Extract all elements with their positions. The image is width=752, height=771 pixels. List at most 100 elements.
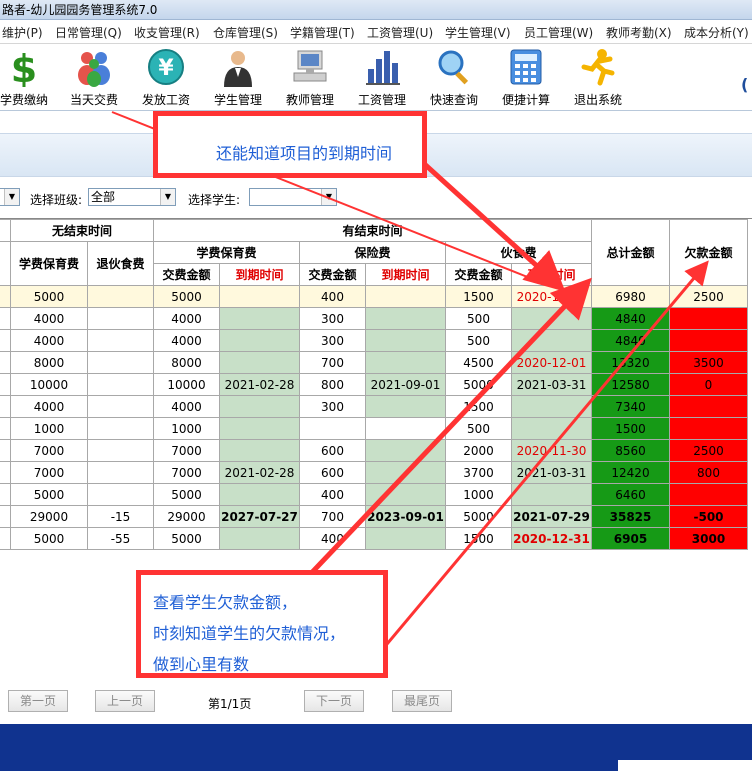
cell-m-amt[interactable]: 1500 — [445, 527, 512, 550]
cell-refund[interactable]: -55 — [87, 527, 154, 550]
cell-t-amt[interactable]: 5000 — [153, 483, 220, 506]
menu-attendance[interactable]: 教师考勤(X) — [606, 25, 672, 41]
cell-m-amt[interactable]: 500 — [445, 307, 512, 330]
menu-enrollment[interactable]: 学籍管理(T) — [290, 25, 355, 41]
cell-total[interactable]: 12420 — [591, 461, 670, 484]
menu-daily[interactable]: 日常管理(Q) — [55, 25, 122, 41]
cell-i-amt[interactable] — [299, 417, 366, 440]
header-meal-refund[interactable]: 退伙食费 — [87, 241, 154, 286]
cell-debt[interactable]: 3000 — [669, 527, 748, 550]
row-marker[interactable] — [0, 439, 11, 462]
cell-refund[interactable] — [87, 461, 154, 484]
cell-t-date[interactable] — [219, 395, 300, 418]
cell-i-date[interactable] — [365, 395, 446, 418]
cell-a[interactable]: 10000 — [10, 373, 88, 396]
cell-debt[interactable] — [669, 329, 748, 352]
menu-cost[interactable]: 成本分析(Y) — [684, 25, 749, 41]
cell-refund[interactable] — [87, 329, 154, 352]
cell-total[interactable]: 6980 — [591, 285, 670, 308]
cell-t-date[interactable] — [219, 351, 300, 374]
cell-refund[interactable] — [87, 373, 154, 396]
cell-m-amt[interactable]: 2000 — [445, 439, 512, 462]
cell-t-date[interactable] — [219, 329, 300, 352]
cell-a[interactable]: 1000 — [10, 417, 88, 440]
table-row[interactable]: 29000 -15 29000 2027-07-27 700 2023-09-01 5000… — [0, 505, 748, 528]
cell-debt[interactable]: 3500 — [669, 351, 748, 374]
table-row[interactable]: 4000 4000 300 500 4840 — [0, 329, 748, 352]
table-row[interactable]: 5000 5000 400 1000 6460 — [0, 483, 748, 506]
cell-i-date[interactable]: 2021-09-01 — [365, 373, 446, 396]
cell-t-amt[interactable]: 10000 — [153, 373, 220, 396]
cell-refund[interactable] — [87, 483, 154, 506]
menu-staff[interactable]: 员工管理(W) — [524, 25, 593, 41]
table-row[interactable]: 7000 7000 2021-02-28 600 3700 2021-03-31 12420… — [0, 461, 748, 484]
cell-i-date[interactable] — [365, 329, 446, 352]
cell-i-amt[interactable]: 400 — [299, 483, 366, 506]
cell-i-amt[interactable]: 400 — [299, 285, 366, 308]
row-marker[interactable] — [0, 329, 11, 352]
cell-t-amt[interactable]: 7000 — [153, 461, 220, 484]
cell-debt[interactable] — [669, 417, 748, 440]
cell-i-amt[interactable]: 600 — [299, 461, 366, 484]
prev-page-button[interactable]: 上一页 — [95, 690, 155, 712]
cell-t-amt[interactable]: 4000 — [153, 329, 220, 352]
cell-m-date[interactable]: 2021-03-31 — [511, 373, 592, 396]
cell-total[interactable]: 7340 — [591, 395, 670, 418]
cell-i-date[interactable] — [365, 461, 446, 484]
header-total[interactable]: 总计金额 — [591, 219, 670, 286]
header-due-date[interactable]: 到期时间 — [219, 263, 300, 286]
cell-total[interactable]: 8560 — [591, 439, 670, 462]
cell-refund[interactable] — [87, 285, 154, 308]
toolbar-today-payment[interactable]: 当天交费 — [58, 47, 130, 108]
table-row[interactable]: 5000 -55 5000 400 1500 2020-12-31 6905 3000 — [0, 527, 748, 550]
cell-t-date[interactable]: 2021-02-28 — [219, 373, 300, 396]
cell-m-amt[interactable]: 5000 — [445, 373, 512, 396]
cell-i-amt[interactable]: 700 — [299, 505, 366, 528]
cell-t-amt[interactable]: 29000 — [153, 505, 220, 528]
cell-m-amt[interactable]: 500 — [445, 417, 512, 440]
toolbar-exit[interactable]: 退出系统 — [562, 47, 634, 108]
cell-t-date[interactable]: 2027-07-27 — [219, 505, 300, 528]
last-page-button[interactable]: 最尾页 — [392, 690, 452, 712]
cell-total[interactable]: 1500 — [591, 417, 670, 440]
cell-debt[interactable] — [669, 483, 748, 506]
cell-m-date[interactable] — [511, 483, 592, 506]
cell-t-amt[interactable]: 7000 — [153, 439, 220, 462]
cell-a[interactable]: 5000 — [10, 527, 88, 550]
cell-m-amt[interactable]: 1500 — [445, 285, 512, 308]
cell-m-date[interactable] — [511, 329, 592, 352]
cell-refund[interactable] — [87, 307, 154, 330]
cell-i-amt[interactable]: 400 — [299, 527, 366, 550]
cell-t-date[interactable] — [219, 417, 300, 440]
cell-m-amt[interactable]: 3700 — [445, 461, 512, 484]
cell-debt[interactable]: 800 — [669, 461, 748, 484]
header-due-date[interactable]: 到期时间 — [511, 263, 592, 286]
cell-total[interactable]: 6905 — [591, 527, 670, 550]
cell-t-amt[interactable]: 4000 — [153, 307, 220, 330]
header-pay-amount[interactable]: 交费金额 — [153, 263, 220, 286]
menu-warehouse[interactable]: 仓库管理(S) — [213, 25, 278, 41]
student-select[interactable]: ▼ — [249, 188, 337, 206]
cell-m-amt[interactable]: 500 — [445, 329, 512, 352]
cell-total[interactable]: 35825 — [591, 505, 670, 528]
cell-m-date[interactable]: 2020-12-31 — [511, 527, 592, 550]
cell-total[interactable]: 4840 — [591, 307, 670, 330]
row-marker[interactable] — [0, 307, 11, 330]
cell-i-date[interactable] — [365, 527, 446, 550]
first-page-button[interactable]: 第一页 — [8, 690, 68, 712]
cell-t-date[interactable] — [219, 285, 300, 308]
cell-t-date[interactable] — [219, 307, 300, 330]
cell-m-amt[interactable]: 4500 — [445, 351, 512, 374]
cell-i-date[interactable] — [365, 307, 446, 330]
cell-a[interactable]: 8000 — [10, 351, 88, 374]
cell-i-date[interactable] — [365, 351, 446, 374]
menu-salary[interactable]: 工资管理(U) — [367, 25, 433, 41]
header-tuition-no-end[interactable]: 学费保育费 — [10, 241, 88, 286]
toolbar-teacher-management[interactable]: 教师管理 — [274, 47, 346, 108]
cell-i-amt[interactable]: 300 — [299, 329, 366, 352]
cell-m-date[interactable]: 2020-11-30 — [511, 285, 592, 308]
cell-m-amt[interactable]: 5000 — [445, 505, 512, 528]
next-page-button[interactable]: 下一页 — [304, 690, 364, 712]
cell-debt[interactable] — [669, 395, 748, 418]
cell-refund[interactable]: -15 — [87, 505, 154, 528]
